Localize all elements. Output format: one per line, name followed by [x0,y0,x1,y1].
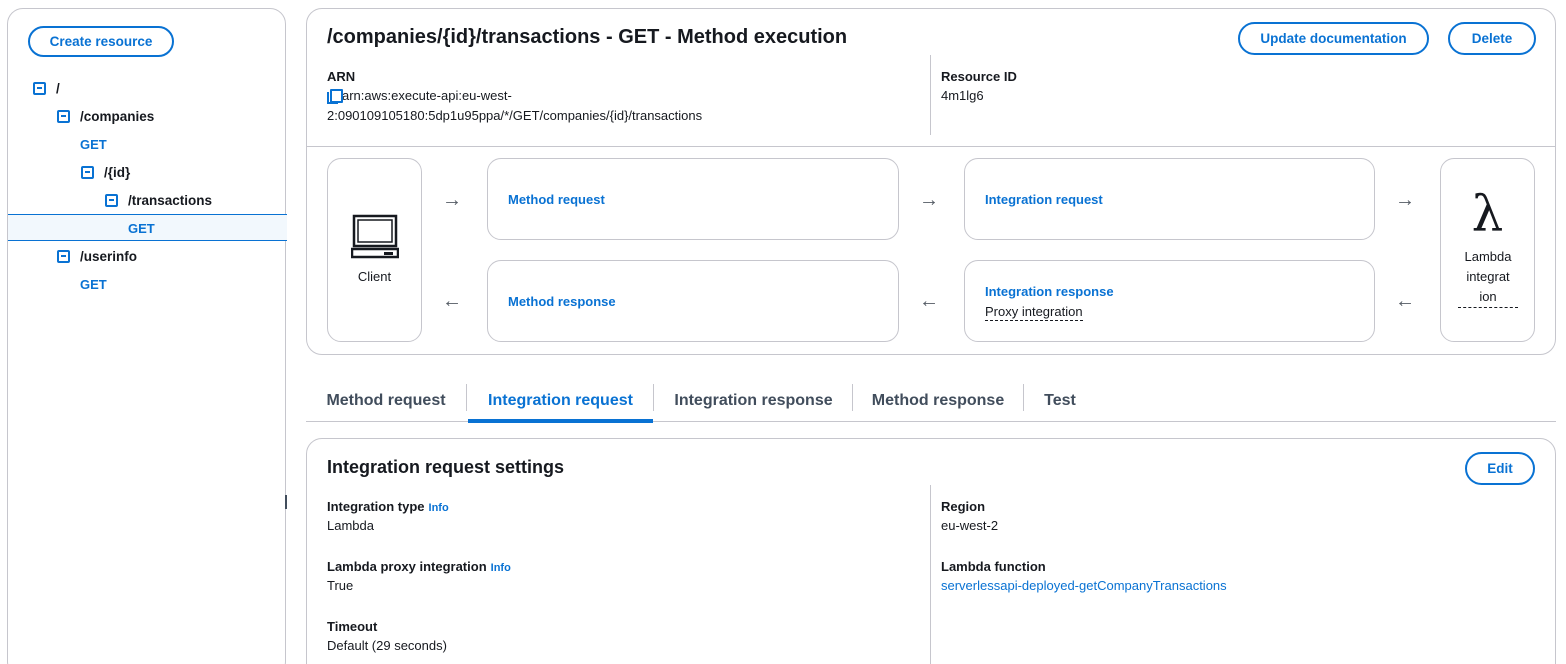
arrow-left-icon: ← [919,290,939,312]
tree-item-transactions[interactable]: /transactions [105,190,212,210]
page-title: /companies/{id}/transactions - GET - Met… [327,26,848,48]
tree-item-label: /{id} [104,164,131,180]
tree-method-userinfo-get[interactable]: GET [80,277,107,292]
tab-integration-request[interactable]: Integration request [468,380,653,423]
resource-id-value: 4m1lg6 [941,88,984,103]
tab-separator [653,384,654,411]
lambda-proxy-label: Lambda proxy integration Info [327,559,511,574]
tree-item-label: /transactions [128,192,213,208]
client-box: Client [327,158,422,342]
method-request-link[interactable]: Method request [508,192,605,207]
region-value: eu-west-2 [941,518,999,533]
integration-response-link[interactable]: Integration response [985,284,1114,299]
column-divider [930,55,931,135]
column-divider [930,485,931,664]
tab-separator [1023,384,1024,411]
info-link[interactable]: Info [491,562,511,574]
lambda-icon: λ [1471,185,1504,243]
tree-item-userinfo[interactable]: /userinfo [57,246,137,266]
collapse-icon[interactable] [57,109,70,123]
copy-icon[interactable] [327,89,343,104]
tree-item-label: /companies [80,108,155,124]
integration-type-value: Lambda [327,518,374,533]
tree-item-label: / [56,80,60,96]
tree-item-companies[interactable]: /companies [57,106,154,126]
integration-response-box[interactable]: Integration response Proxy integration [964,260,1375,342]
arrow-right-icon: → [442,189,462,211]
lambda-function-link[interactable]: serverlessapi-deployed-getCompanyTransac… [941,576,1227,596]
collapse-icon[interactable] [105,193,118,207]
create-resource-button[interactable]: Create resource [28,26,174,57]
resources-sidebar: Create resource / /companies GET /{id} /… [7,8,289,664]
integration-request-box[interactable]: Integration request [964,158,1375,240]
tree-item-root[interactable]: / [33,78,60,98]
region-label: Region [941,499,986,514]
lambda-label-line-1: Lambda [1464,249,1512,264]
integration-type-label-text: Integration type [327,499,425,514]
info-link[interactable]: Info [429,502,449,514]
tree-item-label: /userinfo [80,248,138,264]
tab-test[interactable]: Test [1025,380,1095,422]
arn-line-2: 2:090109105180:5dp1u95ppa/*/GET/companie… [327,108,703,123]
arn-line-1: arn:aws:execute-api:eu-west- [342,88,512,103]
method-response-box[interactable]: Method response [487,260,899,342]
lambda-label-line-2: integrat [1466,269,1510,284]
sidebar-resize-handle[interactable] [285,495,289,509]
proxy-integration-label: Proxy integration [985,304,1083,321]
delete-button[interactable]: Delete [1448,22,1536,55]
arrow-right-icon: → [919,189,939,211]
lambda-proxy-value: True [327,578,354,593]
laptop-icon [351,214,399,259]
update-documentation-button[interactable]: Update documentation [1238,22,1429,55]
collapse-icon[interactable] [81,165,94,179]
arrow-right-icon: → [1395,189,1415,211]
section-divider [307,146,1555,147]
tree-method-transactions-get[interactable]: GET [128,221,155,236]
resource-id-label: Resource ID [941,69,1017,84]
tab-method-request[interactable]: Method request [306,380,466,422]
lambda-label-line-3: ion [1479,289,1497,304]
client-label: Client [357,269,392,284]
lambda-integration-box: λ Lambda integrat ion [1440,158,1535,342]
method-execution-card: /companies/{id}/transactions - GET - Met… [306,8,1556,355]
arn-label: ARN [327,69,356,84]
collapse-icon[interactable] [33,81,46,95]
arrow-left-icon: ← [442,290,462,312]
arrow-left-icon: ← [1395,290,1415,312]
integration-request-settings-card: Integration request settings Edit Integr… [306,438,1556,664]
edit-button[interactable]: Edit [1465,452,1535,485]
method-response-link[interactable]: Method response [508,294,616,309]
integration-type-label: Integration type Info [327,499,449,514]
tree-item-id[interactable]: /{id} [81,162,130,182]
integration-request-link[interactable]: Integration request [985,192,1103,207]
method-request-box[interactable]: Method request [487,158,899,240]
tree-method-companies-get[interactable]: GET [80,137,107,152]
collapse-icon[interactable] [57,249,70,263]
timeout-label: Timeout [327,619,378,634]
tab-integration-response[interactable]: Integration response [655,380,852,422]
settings-title: Integration request settings [327,457,565,477]
lambda-function-label: Lambda function [941,559,1046,574]
method-tabs: Method request Integration request Integ… [306,380,1556,423]
tab-separator [852,384,853,411]
tab-separator [466,384,467,411]
arn-value: arn:aws:execute-api:eu-west- 2:090109105… [327,86,702,126]
lambda-integration-label: Lambda integrat ion [1458,247,1518,308]
tab-method-response[interactable]: Method response [854,380,1022,422]
lambda-proxy-label-text: Lambda proxy integration [327,559,487,574]
timeout-value: Default (29 seconds) [327,638,447,653]
